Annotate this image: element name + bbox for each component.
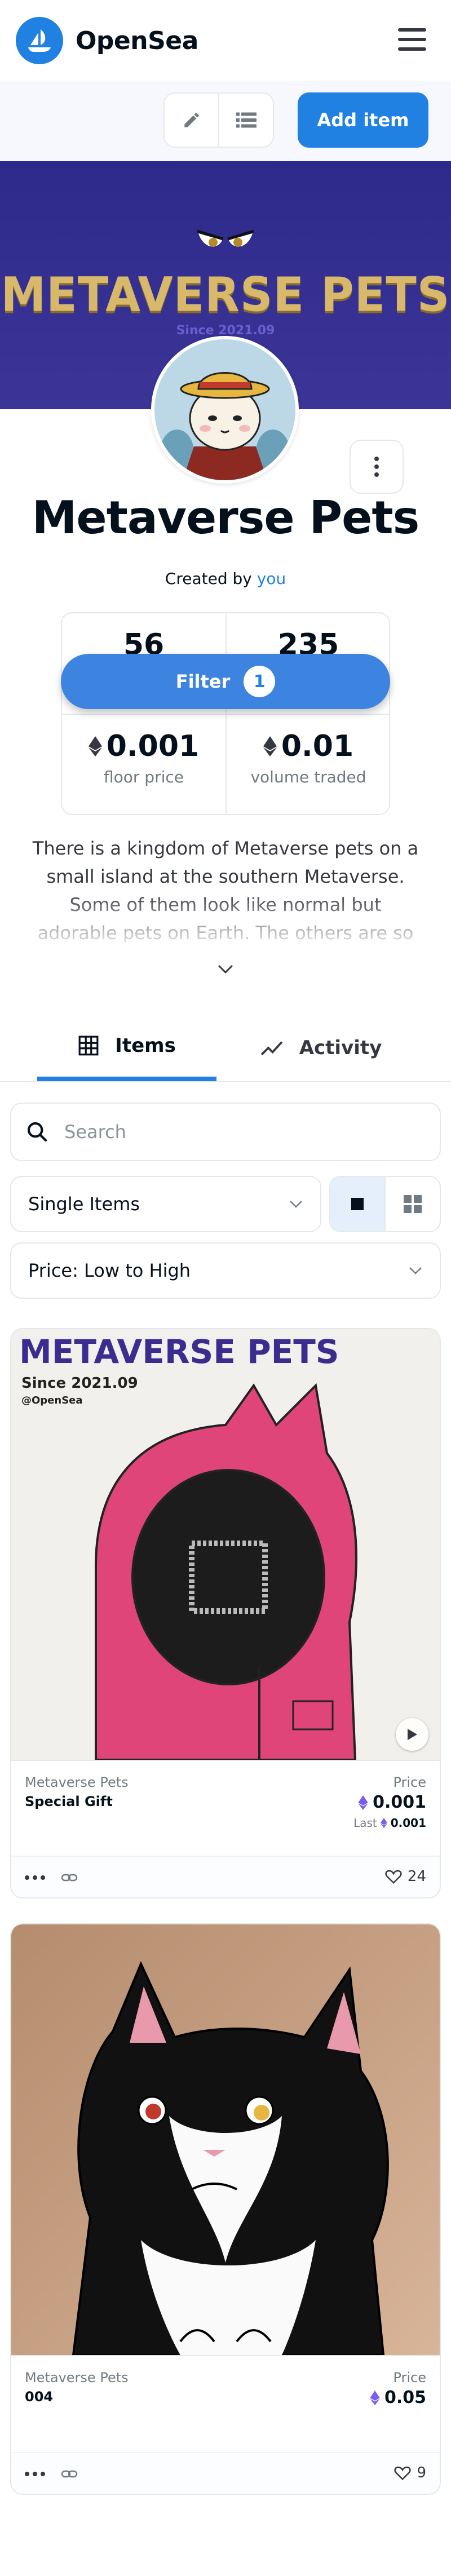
filter-count-badge: 1 (244, 666, 276, 697)
edit-button-group (163, 92, 274, 148)
collection-list-button[interactable] (218, 94, 273, 147)
filter-label: Filter (175, 671, 231, 692)
activity-chart-icon (260, 1041, 283, 1056)
image-handle: @OpenSea (21, 1395, 83, 1406)
asset-card-footer: 9 (11, 2452, 440, 2494)
last-label: Last (353, 1816, 377, 1830)
search-input[interactable] (64, 1121, 403, 1143)
eth-icon (88, 736, 102, 756)
creator-link[interactable]: you (257, 569, 286, 588)
price-label: Price (393, 2370, 426, 2385)
image-title: METAVERSE PETS (19, 1333, 339, 1371)
asset-collection-name[interactable]: Metaverse Pets (25, 2370, 129, 2385)
chevron-down-icon[interactable] (217, 964, 234, 975)
list-icon (236, 112, 257, 128)
description-fade (0, 891, 451, 953)
asset-name[interactable]: Special Gift (25, 1794, 113, 1809)
filter-button[interactable]: Filter 1 (61, 654, 390, 709)
price-value: 0.05 (384, 2388, 426, 2407)
volume-traded-label: volume traded (250, 768, 366, 786)
collection-action-bar: Add item (0, 81, 451, 161)
collection-title: Metaverse Pets (32, 492, 419, 544)
favorite-count: 9 (417, 2464, 426, 2481)
favorite-button[interactable]: 24 (385, 1868, 426, 1885)
square-icon (351, 1198, 364, 1210)
opensea-logo-icon[interactable] (16, 17, 63, 64)
more-icon[interactable] (25, 1875, 45, 1880)
link-icon[interactable] (61, 1871, 78, 1884)
tab-activity-label: Activity (299, 1037, 382, 1059)
sort-select[interactable]: Price: Low to High (10, 1242, 441, 1299)
last-sale: Last 0.001 (353, 1816, 426, 1830)
collection-tabs: Items Activity (0, 1015, 451, 1082)
eth-icon (358, 1795, 368, 1810)
asset-collection-name[interactable]: Metaverse Pets (25, 1774, 129, 1790)
chevron-down-icon (290, 1201, 302, 1208)
search-icon (27, 1122, 47, 1142)
heart-icon (394, 2466, 412, 2481)
grid-small-icon (404, 1195, 422, 1213)
sort-value: Price: Low to High (28, 1260, 191, 1281)
tab-items-label: Items (115, 1034, 176, 1057)
price-label: Price (393, 1774, 426, 1790)
more-icon[interactable] (25, 2472, 45, 2476)
play-icon (408, 1729, 417, 1740)
volume-traded-value[interactable]: 0.01 (227, 729, 390, 763)
brand-name[interactable]: OpenSea (76, 26, 198, 55)
created-by-label: Created by (165, 569, 252, 588)
tab-activity[interactable]: Activity (231, 1015, 410, 1081)
grid-icon (78, 1035, 99, 1056)
floor-price-label: floor price (104, 768, 184, 786)
small-grid-view-button[interactable] (384, 1177, 440, 1231)
eth-icon (263, 736, 277, 756)
created-by-line: Created by you (0, 569, 451, 588)
image-subtitle: Since 2021.09 (21, 1375, 138, 1392)
edit-collection-button[interactable] (165, 94, 218, 147)
item-type-value: Single Items (28, 1193, 140, 1215)
eth-icon (380, 1818, 387, 1828)
asset-info[interactable]: Metaverse Pets 004 Price 0.05 (11, 2355, 440, 2451)
pencil-icon (184, 113, 199, 127)
more-options-button[interactable] (350, 440, 404, 494)
cat-eyes-graphic (197, 229, 254, 247)
large-grid-view-button[interactable] (330, 1177, 384, 1231)
asset-card[interactable]: Metaverse Pets 004 Price 0.05 9 (10, 1923, 441, 2495)
tab-items[interactable]: Items (37, 1015, 216, 1081)
favorite-count: 24 (407, 1868, 426, 1885)
asset-info[interactable]: Metaverse Pets Special Gift Price 0.001 … (11, 1760, 440, 1856)
floor-price-value[interactable]: 0.001 (62, 729, 226, 763)
play-video-button[interactable] (396, 1718, 428, 1751)
last-price-value: 0.001 (390, 1816, 426, 1830)
asset-price: 0.05 (370, 2388, 426, 2407)
search-box[interactable] (10, 1103, 441, 1161)
top-header: OpenSea (0, 0, 451, 81)
add-item-button[interactable]: Add item (298, 92, 428, 148)
price-value: 0.001 (373, 1792, 426, 1812)
asset-card-footer: 24 (11, 1856, 440, 1897)
collection-stats: 56 235 0.001 0.01 floor price volume tra… (61, 612, 390, 815)
eth-icon (370, 2390, 380, 2405)
volume-number: 0.01 (281, 729, 354, 763)
link-icon[interactable] (61, 2468, 78, 2480)
asset-price: 0.001 (358, 1792, 426, 1812)
heart-icon (385, 1870, 402, 1884)
asset-image[interactable]: METAVERSE PETS Since 2021.09 @OpenSea (11, 1329, 440, 1760)
floor-price-number: 0.001 (106, 729, 200, 763)
item-type-select[interactable]: Single Items (10, 1176, 321, 1232)
hamburger-menu-icon[interactable] (398, 28, 426, 51)
collection-avatar (151, 336, 299, 484)
banner-title: METAVERSE PETS (1, 267, 450, 322)
asset-name[interactable]: 004 (25, 2389, 53, 2405)
asset-card[interactable]: METAVERSE PETS Since 2021.09 @OpenSea Me… (10, 1328, 441, 1898)
chevron-down-icon (409, 1267, 422, 1274)
favorite-button[interactable]: 9 (394, 2464, 426, 2481)
view-toggle (329, 1176, 441, 1232)
asset-image[interactable] (11, 1924, 440, 2355)
